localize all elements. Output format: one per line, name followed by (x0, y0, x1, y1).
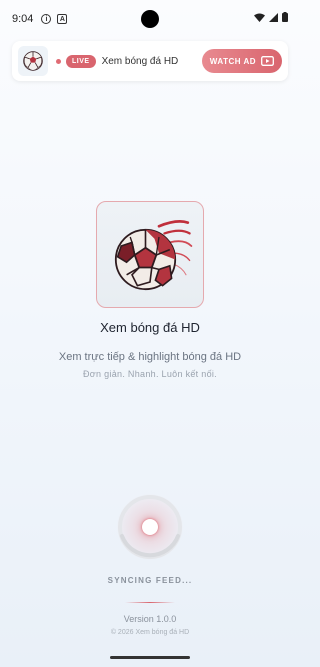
status-bar: 9:04 i A (0, 0, 300, 38)
loading-spinner (117, 494, 183, 560)
app-logo-card (96, 201, 204, 308)
divider (125, 602, 175, 603)
status-time: 9:04 (12, 13, 34, 25)
live-dot (56, 58, 61, 64)
sync-status: SYNCING FEED... (107, 576, 193, 585)
signal-icon (269, 12, 278, 22)
status-icons (254, 12, 288, 22)
a-icon: A (57, 14, 68, 24)
live-badge: LIVE (66, 54, 96, 68)
watch-ad-label: WATCH AD (209, 56, 256, 66)
loading-dot (142, 519, 158, 535)
app-name: Xem bóng đá HD (100, 320, 200, 335)
battery-icon (282, 12, 288, 22)
watch-ad-button[interactable]: WATCH AD (201, 49, 282, 73)
wifi-icon (254, 13, 265, 22)
ad-logo (18, 46, 48, 76)
copyright-label: © 2026 Xem bóng đá HD (110, 629, 190, 636)
soccer-ball-icon (114, 219, 193, 290)
home-indicator[interactable] (110, 656, 190, 659)
info-icon: i (41, 14, 52, 24)
ad-title: Xem bóng đá HD (101, 55, 179, 67)
tagline: Xem trực tiếp & highlight bóng đá HD (58, 351, 242, 363)
soccer-ball-icon (23, 51, 43, 71)
ad-banner[interactable]: LIVE Xem bóng đá HD WATCH AD (12, 41, 288, 81)
camera-cutout (141, 10, 159, 28)
version-label: Version 1.0.0 (123, 614, 177, 624)
play-icon (261, 56, 274, 66)
subtagline: Đơn giản. Nhanh. Luôn kết nối. (83, 369, 217, 379)
